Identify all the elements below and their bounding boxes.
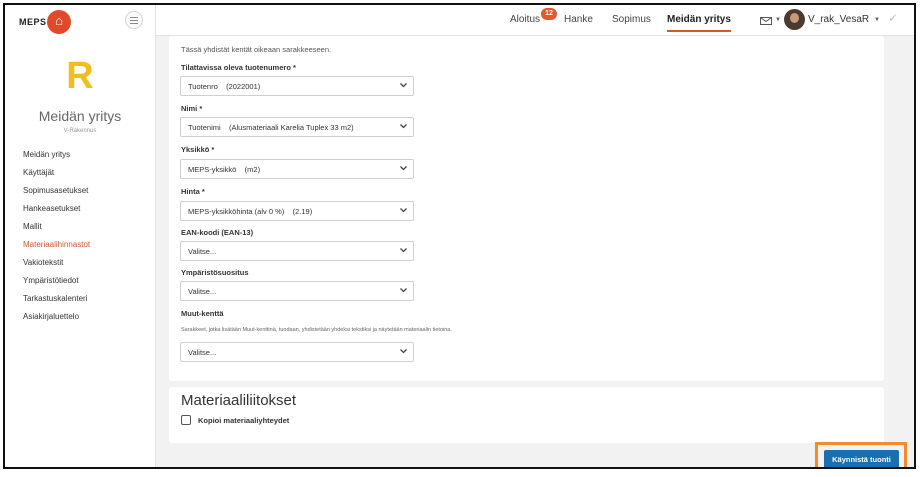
mail-caret-icon[interactable]: ▼ (775, 17, 781, 23)
select-value: MEPS-yksikköhinta (alv 0 %) (2.19) (188, 207, 313, 216)
field-label-name: Nimi * (181, 104, 203, 113)
material-links-card: Materiaaliliitokset Kopioi materiaaliyht… (169, 387, 884, 443)
ean-select[interactable]: Valitse... (180, 241, 414, 261)
tab-meidan-yritys[interactable]: Meidän yritys (667, 14, 731, 32)
other-select[interactable]: Valitse... (180, 342, 414, 362)
environment-select[interactable]: Valitse... (180, 281, 414, 301)
menu-toggle-button[interactable] (125, 11, 143, 29)
check-icon[interactable]: ✓ (888, 11, 898, 25)
select-value: Valitse... (188, 247, 217, 256)
select-value: Tuotenimi (Alusmateriaali Karelia Tuplex… (188, 123, 354, 132)
sidebar-item-hankeasetukset[interactable]: Hankeasetukset (23, 200, 90, 218)
form-intro: Tässä yhdistät kentät oikeaan sarakkeese… (181, 45, 332, 54)
tab-aloitus[interactable]: Aloitus (510, 14, 540, 25)
start-import-button[interactable]: Käynnistä tuonti (824, 450, 899, 467)
brand-row: MEPS ⌂ (5, 5, 155, 39)
field-label-price: Hinta * (181, 187, 205, 196)
chevron-down-icon (400, 83, 407, 88)
meps-logo-icon[interactable]: ⌂ (47, 10, 71, 34)
unit-select[interactable]: MEPS-yksikkö (m2) (180, 159, 414, 179)
price-select[interactable]: MEPS-yksikköhinta (alv 0 %) (2.19) (180, 201, 414, 221)
material-links-title: Materiaaliliitokset (181, 392, 297, 409)
sidebar-item-materiaalihinnastot[interactable]: Materiaalihinnastot (23, 236, 90, 254)
chevron-down-icon (400, 288, 407, 293)
avatar[interactable] (784, 9, 805, 30)
user-caret-icon[interactable]: ▼ (874, 17, 880, 23)
select-value: Valitse... (188, 348, 217, 357)
sidebar-item-asiakirjaluettelo[interactable]: Asiakirjaluettelo (23, 308, 90, 326)
chevron-down-icon (400, 208, 407, 213)
select-value: MEPS-yksikkö (m2) (188, 165, 261, 174)
name-select[interactable]: Tuotenimi (Alusmateriaali Karelia Tuplex… (180, 117, 414, 137)
copy-links-checkbox[interactable] (181, 415, 191, 425)
sidebar-item-sopimusasetukset[interactable]: Sopimusasetukset (23, 182, 90, 200)
mail-icon[interactable] (760, 17, 772, 25)
chevron-down-icon (400, 166, 407, 171)
chevron-down-icon (400, 349, 407, 354)
hamburger-line (130, 20, 138, 21)
sidebar-item-meidan-yritys[interactable]: Meidän yritys (23, 146, 90, 164)
company-subtitle: V-Rakennus (63, 128, 97, 134)
sidebar-item-tarkastuskalenteri[interactable]: Tarkastuskalenteri (23, 290, 90, 308)
company-logo: R (66, 55, 94, 97)
app-window: MEPS ⌂ R Meidän yritys V-Rakennus Meidän… (3, 3, 916, 469)
field-label-ean: EAN-koodi (EAN-13) (181, 228, 254, 237)
sidebar: MEPS ⌂ R Meidän yritys V-Rakennus Meidän… (5, 5, 156, 467)
hamburger-line (130, 17, 138, 18)
field-label-environment: Ympäristösuositus (181, 268, 249, 277)
sidebar-item-ymparistotiedot[interactable]: Ympäristötiedot (23, 272, 90, 290)
sidebar-item-kayttajat[interactable]: Käyttäjät (23, 164, 90, 182)
sidebar-nav: Meidän yritys Käyttäjät Sopimusasetukset… (23, 146, 90, 326)
tab-hanke[interactable]: Hanke (564, 14, 593, 25)
field-label-product-number: Tilattavissa oleva tuotenumero * (181, 63, 296, 72)
hamburger-line (130, 23, 138, 24)
sidebar-item-vakiotekstit[interactable]: Vakiotekstit (23, 254, 90, 272)
mapping-form: Tässä yhdistät kentät oikeaan sarakkeese… (169, 36, 884, 381)
field-label-other: Muut-kenttä (181, 309, 224, 318)
brand-name: MEPS (19, 17, 47, 27)
chevron-down-icon (400, 124, 407, 129)
other-field-help: Sarakkeet, jotka lisätään Muut-kenttinä,… (181, 327, 452, 333)
product-number-select[interactable]: Tuotenro (2022001) (180, 76, 414, 96)
username[interactable]: V_rak_VesaR (808, 14, 869, 25)
sidebar-item-mallit[interactable]: Mallit (23, 218, 90, 236)
tab-sopimus[interactable]: Sopimus (612, 14, 651, 25)
top-bar: Aloitus 12 Hanke Sopimus Meidän yritys ▼… (156, 5, 914, 36)
company-name: Meidän yritys (38, 108, 122, 124)
field-label-unit: Yksikkö * (181, 145, 215, 154)
chevron-down-icon (400, 248, 407, 253)
select-value: Valitse... (188, 287, 217, 296)
notification-badge: 12 (541, 8, 557, 20)
select-value: Tuotenro (2022001) (188, 82, 261, 91)
copy-links-label[interactable]: Kopioi materiaaliyhteydet (198, 416, 289, 425)
